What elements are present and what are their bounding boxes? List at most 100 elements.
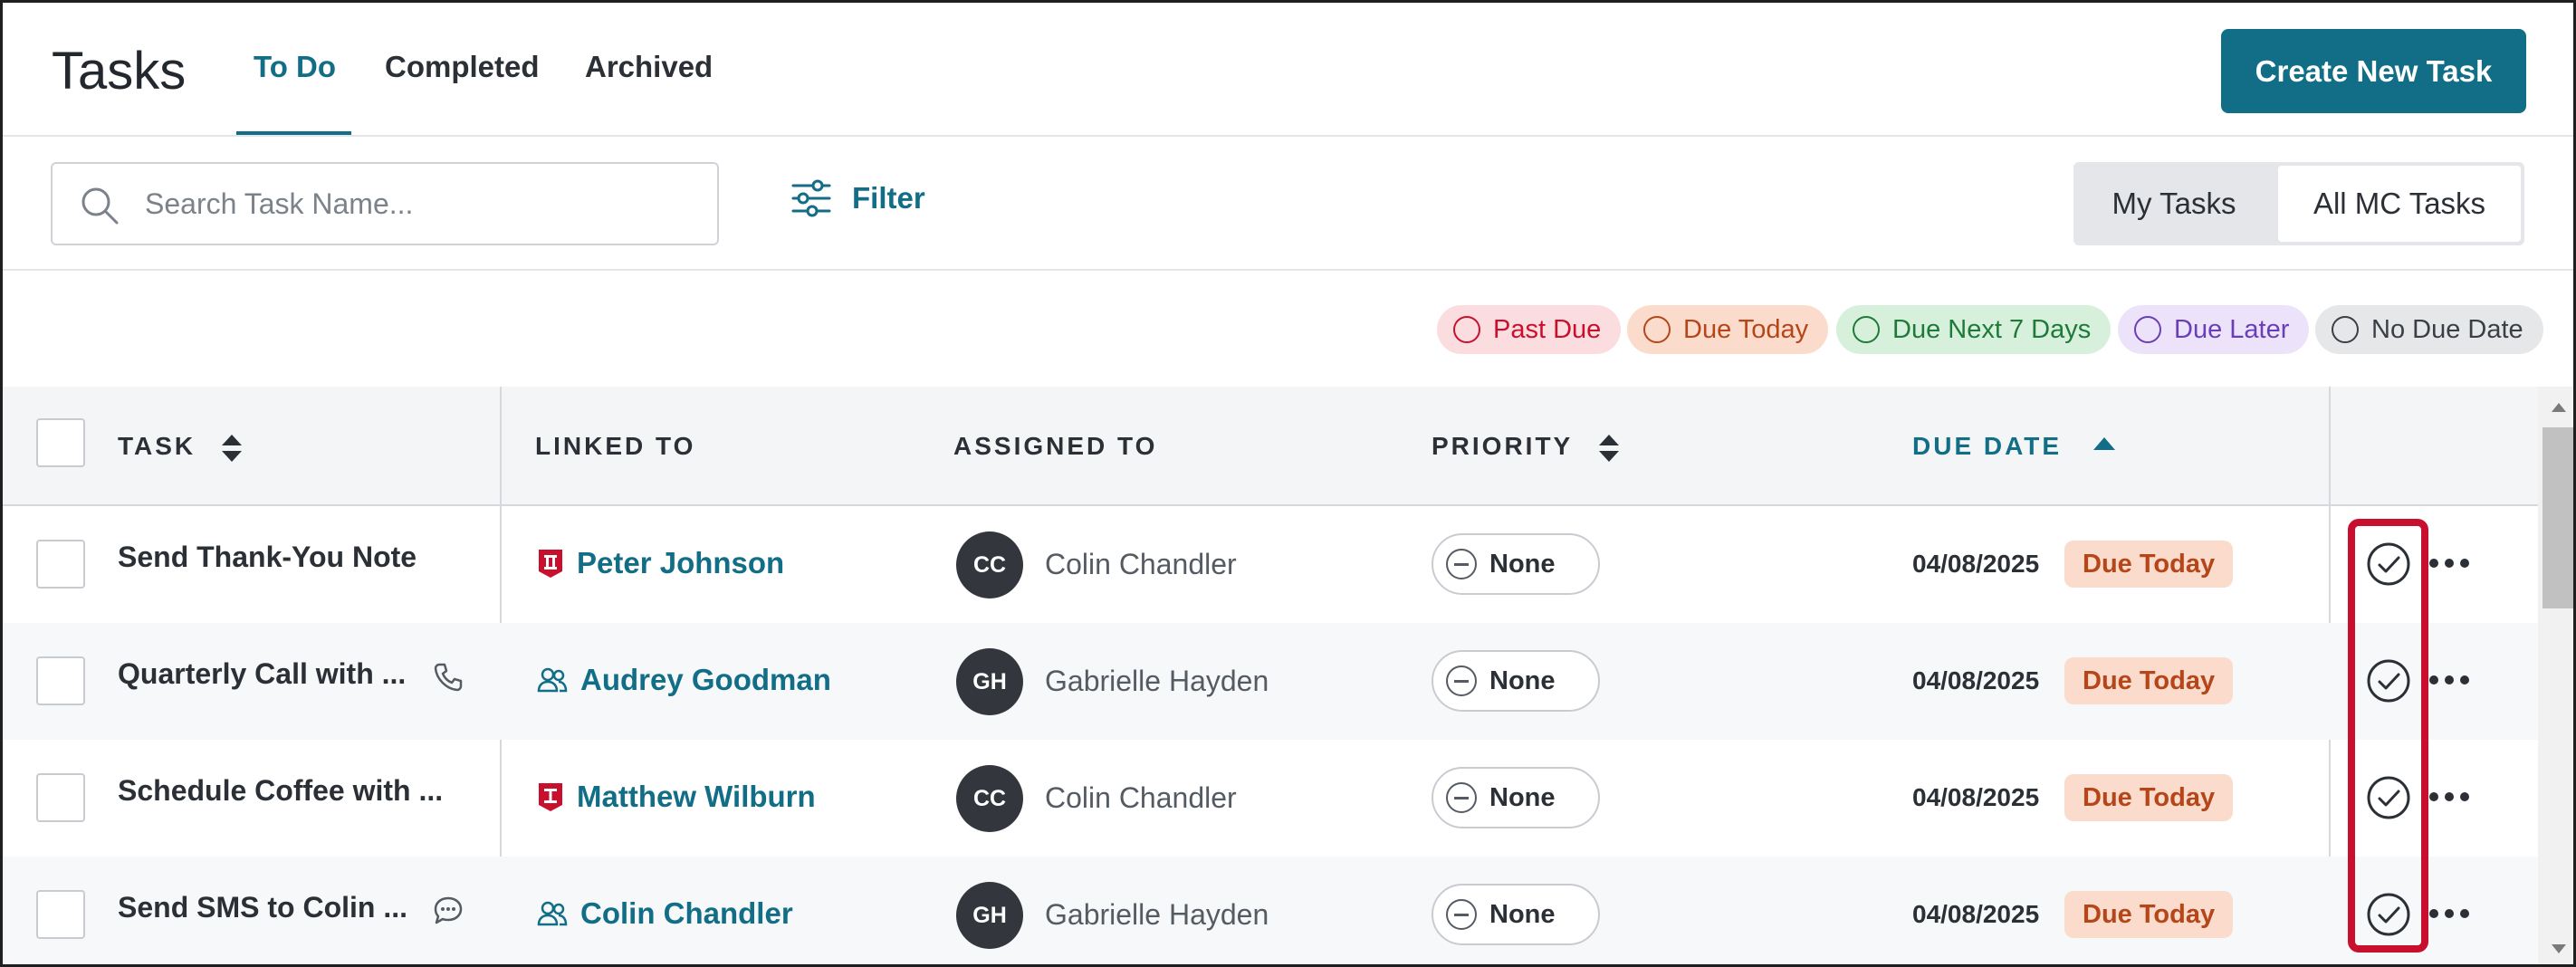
sms-icon	[432, 895, 464, 932]
highlight-box	[2348, 519, 2428, 953]
page-header: Tasks To Do Completed Archived Create Ne…	[3, 3, 2573, 137]
assignee-name: Colin Chandler	[1045, 548, 1237, 580]
column-header-task[interactable]: TASK	[118, 432, 244, 464]
tab-archived[interactable]: Archived	[585, 50, 713, 84]
status-badge: Due Today	[2064, 774, 2234, 821]
avatar: CC	[956, 765, 1023, 832]
column-label: DUE DATE	[1912, 432, 2063, 460]
filter-label: Filter	[852, 181, 925, 215]
table-row[interactable]: Send SMS to Colin ... Colin Chandler GH …	[3, 857, 2538, 964]
due-date: 04/08/2025	[1912, 550, 2040, 578]
vertical-scrollbar[interactable]	[2538, 387, 2573, 964]
minus-circle-icon	[1446, 665, 1477, 696]
scroll-thumb[interactable]	[2542, 427, 2573, 608]
legend-label: No Due Date	[2371, 314, 2523, 344]
row-checkbox[interactable]	[36, 656, 85, 705]
all-mc-tasks-toggle[interactable]: All MC Tasks	[2278, 166, 2521, 242]
minus-circle-icon	[1446, 782, 1477, 813]
tab-to-do[interactable]: To Do	[254, 50, 336, 84]
row-checkbox[interactable]	[36, 540, 85, 589]
legend-dot-icon	[2332, 316, 2359, 343]
legend-no-due-date[interactable]: No Due Date	[2315, 305, 2543, 354]
tab-completed[interactable]: Completed	[385, 50, 540, 84]
search-icon	[81, 187, 119, 225]
sort-both-icon	[1598, 434, 1619, 462]
due-date: 04/08/2025	[1912, 666, 2040, 694]
column-header-due-date[interactable]: DUE DATE	[1912, 432, 2117, 461]
linked-contact-link[interactable]: Colin Chandler	[537, 896, 793, 931]
avatar: GH	[956, 648, 1023, 715]
legend-past-due[interactable]: Past Due	[1437, 305, 1622, 354]
column-label: TASK	[118, 432, 196, 460]
task-name[interactable]: Send Thank-You Note	[118, 541, 417, 574]
client-red-icon	[539, 783, 562, 811]
household-icon	[537, 667, 568, 693]
table-row[interactable]: Schedule Coffee with ... Matthew Wilburn…	[3, 740, 2538, 857]
more-options-icon[interactable]	[2429, 675, 2469, 685]
tasks-app: Tasks To Do Completed Archived Create Ne…	[0, 0, 2576, 967]
legend-label: Due Today	[1683, 314, 1809, 344]
row-checkbox[interactable]	[36, 773, 85, 822]
assignee-name: Colin Chandler	[1045, 781, 1237, 814]
avatar: GH	[956, 882, 1023, 949]
phone-icon	[432, 661, 464, 698]
sort-ascending-icon	[2092, 436, 2115, 450]
column-label: PRIORITY	[1432, 432, 1573, 460]
client-red-icon	[539, 550, 562, 578]
more-options-icon[interactable]	[2429, 559, 2469, 568]
sort-both-icon	[221, 434, 242, 462]
legend-due-today[interactable]: Due Today	[1627, 305, 1829, 354]
legend-due-later[interactable]: Due Later	[2118, 305, 2310, 354]
linked-name: Matthew Wilburn	[577, 780, 816, 813]
priority-label: None	[1489, 549, 1556, 579]
due-date: 04/08/2025	[1912, 783, 2040, 811]
legend-dot-icon	[1453, 316, 1480, 343]
minus-circle-icon	[1446, 549, 1477, 579]
priority-pill[interactable]: None	[1432, 884, 1600, 945]
legend-dot-icon	[1643, 316, 1671, 343]
active-tab-indicator	[236, 131, 351, 135]
task-name[interactable]: Schedule Coffee with ...	[118, 774, 443, 808]
search-input[interactable]	[145, 164, 688, 244]
select-all-checkbox[interactable]	[36, 418, 85, 467]
more-options-icon[interactable]	[2429, 909, 2469, 918]
column-header-priority[interactable]: PRIORITY	[1432, 432, 1621, 464]
task-name[interactable]: Send SMS to Colin ...	[118, 891, 407, 924]
linked-contact-link[interactable]: Matthew Wilburn	[537, 780, 816, 814]
row-checkbox[interactable]	[36, 890, 85, 939]
priority-label: None	[1489, 782, 1556, 812]
status-badge: Due Today	[2064, 657, 2234, 704]
table-header: TASK LINKED TO ASSIGNED TO PRIORITY DUE …	[3, 387, 2538, 506]
table-row[interactable]: Quarterly Call with ... Audrey Goodman G…	[3, 623, 2538, 740]
priority-label: None	[1489, 665, 1556, 695]
my-tasks-toggle[interactable]: My Tasks	[2073, 162, 2274, 245]
scroll-down-arrow-icon[interactable]	[2552, 944, 2566, 953]
assignee-name: Gabrielle Hayden	[1045, 898, 1269, 931]
sliders-icon	[791, 179, 831, 217]
priority-pill[interactable]: None	[1432, 533, 1600, 595]
priority-pill[interactable]: None	[1432, 767, 1600, 828]
task-name[interactable]: Quarterly Call with ...	[118, 657, 406, 691]
linked-name: Colin Chandler	[580, 896, 793, 930]
legend-label: Due Later	[2174, 314, 2290, 344]
status-badge: Due Today	[2064, 541, 2234, 588]
table-row[interactable]: Send Thank-You Note Peter Johnson CC Col…	[3, 506, 2538, 623]
linked-name: Audrey Goodman	[580, 663, 831, 696]
more-options-icon[interactable]	[2429, 792, 2469, 801]
linked-name: Peter Johnson	[577, 546, 785, 579]
priority-pill[interactable]: None	[1432, 650, 1600, 712]
status-badge: Due Today	[2064, 891, 2234, 938]
filter-button[interactable]: Filter	[790, 178, 925, 218]
priority-label: None	[1489, 899, 1556, 929]
legend-label: Past Due	[1493, 314, 1602, 344]
column-header-assigned-to: ASSIGNED TO	[953, 432, 1158, 460]
legend-label: Due Next 7 Days	[1892, 314, 2092, 344]
toolbar: Filter My Tasks All MC Tasks	[3, 139, 2573, 271]
linked-contact-link[interactable]: Peter Johnson	[537, 546, 784, 580]
create-new-task-button[interactable]: Create New Task	[2221, 29, 2526, 113]
avatar: CC	[956, 531, 1023, 598]
linked-contact-link[interactable]: Audrey Goodman	[537, 663, 831, 697]
task-scope-toggle: My Tasks All MC Tasks	[2073, 162, 2524, 245]
legend-due-next-7-days[interactable]: Due Next 7 Days	[1836, 305, 2112, 354]
scroll-up-arrow-icon[interactable]	[2552, 403, 2566, 412]
